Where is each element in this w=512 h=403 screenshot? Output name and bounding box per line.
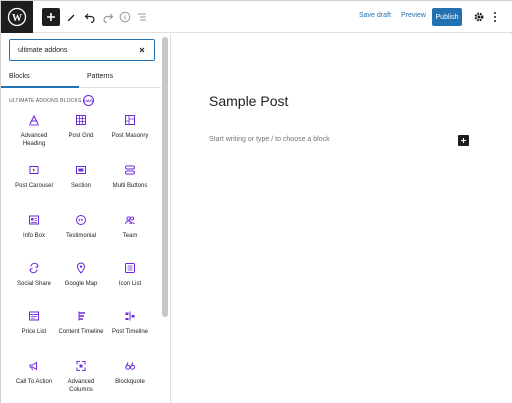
block-icon-list[interactable]: Icon List bbox=[105, 262, 155, 288]
block-label: Post Carousel bbox=[15, 183, 53, 189]
inserter-tabs: Blocks Patterns bbox=[1, 68, 161, 88]
block-label: Call To Action bbox=[15, 379, 53, 385]
sidebar-scrollbar[interactable] bbox=[162, 37, 168, 317]
block-label: Section bbox=[70, 183, 91, 189]
timeline-icon bbox=[78, 311, 85, 321]
section-icon bbox=[76, 166, 86, 174]
category-title: ULTIMATE ADDONS BLOCKS bbox=[9, 98, 82, 104]
block-label: Advanced Heading bbox=[20, 133, 48, 147]
info-box-icon bbox=[29, 215, 39, 225]
block-inserter-panel: ultimate addons Blocks Patterns ULTIMATE… bbox=[1, 34, 171, 403]
block-label: Info Box bbox=[22, 233, 45, 239]
buttons-icon bbox=[125, 165, 135, 175]
cta-icon bbox=[29, 361, 37, 371]
close-icon[interactable] bbox=[137, 45, 147, 55]
tab-patterns[interactable]: Patterns bbox=[87, 73, 113, 80]
block-placeholder[interactable]: Start writing or type / to choose a bloc… bbox=[209, 136, 330, 143]
block-label: Price List bbox=[21, 329, 47, 335]
save-draft-button[interactable]: Save draft bbox=[359, 12, 391, 19]
plus-icon bbox=[461, 138, 466, 143]
uag-badge: UAG bbox=[83, 95, 94, 106]
add-block-button[interactable] bbox=[42, 8, 60, 26]
block-label: Content Timeline bbox=[58, 329, 104, 335]
block-label: Post Masonry bbox=[111, 133, 149, 139]
editor-window: W Save draft Preview Publish ultimate ad… bbox=[0, 0, 512, 403]
grid-icon bbox=[76, 115, 86, 125]
block-label: Testimonial bbox=[65, 233, 96, 239]
block-label: Google Map bbox=[64, 281, 98, 287]
block-testimonial[interactable]: Testimonial bbox=[56, 214, 106, 240]
list-view-icon[interactable] bbox=[133, 8, 151, 26]
masonry-icon bbox=[125, 115, 135, 125]
block-search-input[interactable]: ultimate addons bbox=[9, 39, 155, 61]
block-post-grid[interactable]: Post Grid bbox=[56, 114, 106, 140]
active-tab-indicator bbox=[1, 86, 79, 88]
block-team[interactable]: Team bbox=[105, 214, 155, 240]
tab-blocks[interactable]: Blocks bbox=[9, 73, 30, 80]
post-title[interactable]: Sample Post bbox=[209, 93, 288, 109]
editor-canvas: Sample Post Start writing or type / to c… bbox=[172, 34, 512, 403]
preview-button[interactable]: Preview bbox=[401, 12, 426, 19]
block-advanced-heading[interactable]: Advanced Heading bbox=[9, 114, 59, 148]
list-icon bbox=[125, 263, 135, 273]
columns-icon bbox=[76, 361, 86, 371]
block-label: Team bbox=[122, 233, 138, 239]
block-label: Blockquote bbox=[115, 379, 145, 385]
map-pin-icon bbox=[76, 262, 86, 274]
block-advanced-columns[interactable]: Advanced Columns bbox=[56, 360, 106, 394]
share-icon bbox=[29, 262, 39, 274]
block-info-box[interactable]: Info Box bbox=[9, 214, 59, 240]
post-timeline-icon bbox=[125, 311, 135, 321]
top-toolbar: W Save draft Preview Publish bbox=[1, 1, 512, 33]
block-label: Post Grid bbox=[68, 133, 94, 139]
block-multi-buttons[interactable]: Multi Buttons bbox=[105, 164, 155, 190]
info-icon[interactable] bbox=[116, 8, 134, 26]
more-options-icon[interactable] bbox=[491, 11, 499, 23]
block-post-masonry[interactable]: Post Masonry bbox=[105, 114, 155, 140]
block-call-to-action[interactable]: Call To Action bbox=[9, 360, 59, 386]
block-label: Advanced Columns bbox=[67, 379, 95, 393]
carousel-icon bbox=[29, 166, 39, 174]
wordpress-logo-icon[interactable]: W bbox=[1, 1, 33, 33]
heading-icon bbox=[29, 114, 39, 126]
block-label: Social Share bbox=[16, 281, 52, 287]
block-blockquote[interactable]: Blockquote bbox=[105, 360, 155, 386]
undo-icon[interactable] bbox=[81, 8, 99, 26]
block-content-timeline[interactable]: Content Timeline bbox=[56, 310, 106, 336]
block-label: Icon List bbox=[118, 281, 142, 287]
team-icon bbox=[125, 216, 135, 225]
pencil-icon[interactable] bbox=[62, 8, 80, 26]
block-section[interactable]: Section bbox=[56, 164, 106, 190]
publish-button[interactable]: Publish bbox=[432, 8, 462, 26]
blockquote-icon bbox=[125, 362, 136, 370]
svg-text:W: W bbox=[12, 13, 22, 24]
inline-add-block-button[interactable] bbox=[458, 135, 469, 146]
block-post-carousel[interactable]: Post Carousel bbox=[9, 164, 59, 190]
block-post-timeline[interactable]: Post Timeline bbox=[105, 310, 155, 336]
block-google-map[interactable]: Google Map bbox=[56, 262, 106, 288]
gear-icon[interactable] bbox=[473, 11, 485, 23]
block-label: Multi Buttons bbox=[112, 183, 148, 189]
redo-icon[interactable] bbox=[99, 8, 117, 26]
quote-icon bbox=[76, 215, 86, 225]
block-social-share[interactable]: Social Share bbox=[9, 262, 59, 288]
block-price-list[interactable]: Price List bbox=[9, 310, 59, 336]
price-list-icon bbox=[29, 311, 39, 321]
search-value: ultimate addons bbox=[18, 47, 68, 54]
block-label: Post Timeline bbox=[111, 329, 148, 335]
